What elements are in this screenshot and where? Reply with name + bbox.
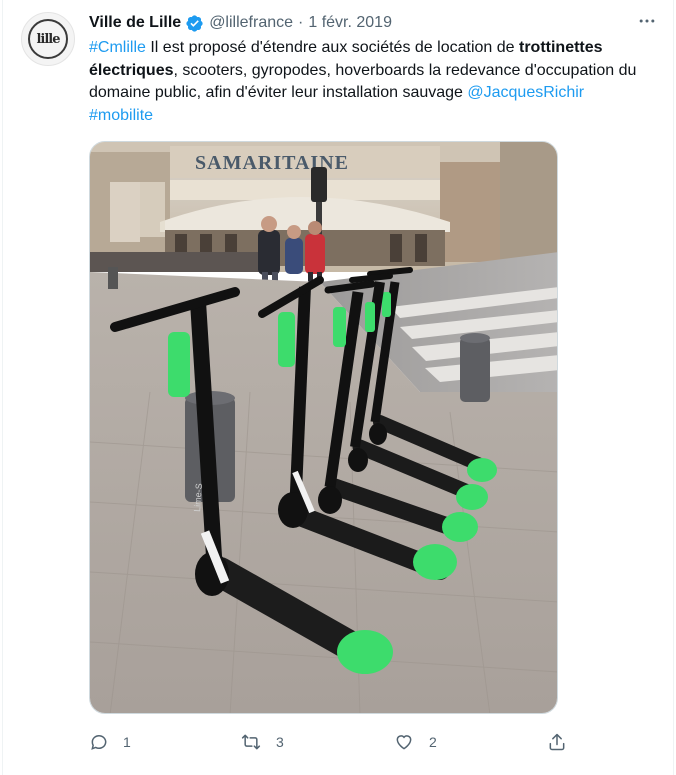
tweet-photo[interactable]: SAMARITAINE Lime-S xyxy=(89,141,558,714)
author-name[interactable]: Ville de Lille xyxy=(89,14,181,32)
mention-jacquesrichir[interactable]: @JacquesRichir xyxy=(467,84,584,101)
reply-count: 1 xyxy=(123,734,131,750)
tweet-actions: 1 3 2 xyxy=(89,728,579,756)
hashtag-cmlille[interactable]: #Cmlille xyxy=(89,39,146,56)
like-count: 2 xyxy=(429,734,437,750)
more-options-icon[interactable] xyxy=(633,10,661,32)
author-handle[interactable]: @lillefrance xyxy=(209,14,293,32)
avatar-logo: lille xyxy=(28,19,68,59)
tweet-header: Ville de Lille @lillefrance · 1 févr. 20… xyxy=(89,12,392,34)
tweet-date[interactable]: 1 févr. 2019 xyxy=(308,14,392,32)
share-button[interactable] xyxy=(547,728,581,756)
heart-icon xyxy=(396,735,412,750)
retweet-count: 3 xyxy=(276,734,284,750)
retweet-button[interactable]: 3 xyxy=(240,728,284,756)
avatar[interactable]: lille xyxy=(21,12,75,66)
retweet-icon xyxy=(241,734,261,750)
like-button[interactable]: 2 xyxy=(393,728,437,756)
verified-badge-icon xyxy=(185,14,204,33)
share-icon xyxy=(549,733,565,751)
separator-dot: · xyxy=(298,14,304,31)
hashtag-mobilite[interactable]: #mobilite xyxy=(89,107,153,124)
scooter-brand-label: Lime-S xyxy=(192,483,204,512)
tweet-text-part: Il est proposé d'étendre aux sociétés de… xyxy=(145,39,519,56)
reply-icon xyxy=(91,735,107,750)
tweet-text: #Cmlille Il est proposé d'étendre aux so… xyxy=(89,37,659,127)
reply-button[interactable]: 1 xyxy=(89,728,131,756)
